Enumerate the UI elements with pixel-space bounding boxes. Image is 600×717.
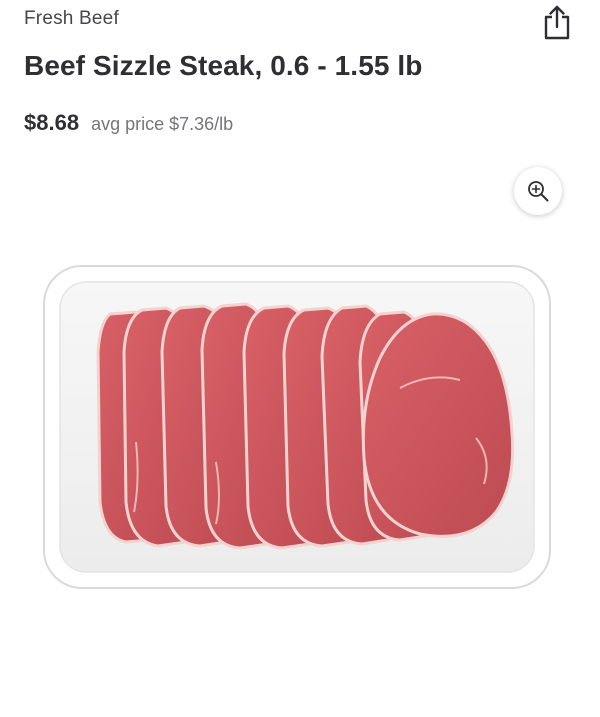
- product-category: Fresh Beef: [24, 8, 119, 29]
- zoom-in-icon: [528, 181, 549, 202]
- share-button[interactable]: [538, 2, 576, 42]
- product-image[interactable]: [40, 262, 554, 592]
- unit-price: avg price $7.36/lb: [91, 114, 234, 134]
- product-price: $8.68: [24, 110, 80, 135]
- price-row: $8.68 avg price $7.36/lb: [24, 110, 233, 136]
- steak-slices: [96, 302, 515, 550]
- product-title: Beef Sizzle Steak, 0.6 - 1.55 lb: [24, 50, 423, 81]
- share-icon: [544, 5, 570, 40]
- zoom-button[interactable]: [514, 167, 562, 215]
